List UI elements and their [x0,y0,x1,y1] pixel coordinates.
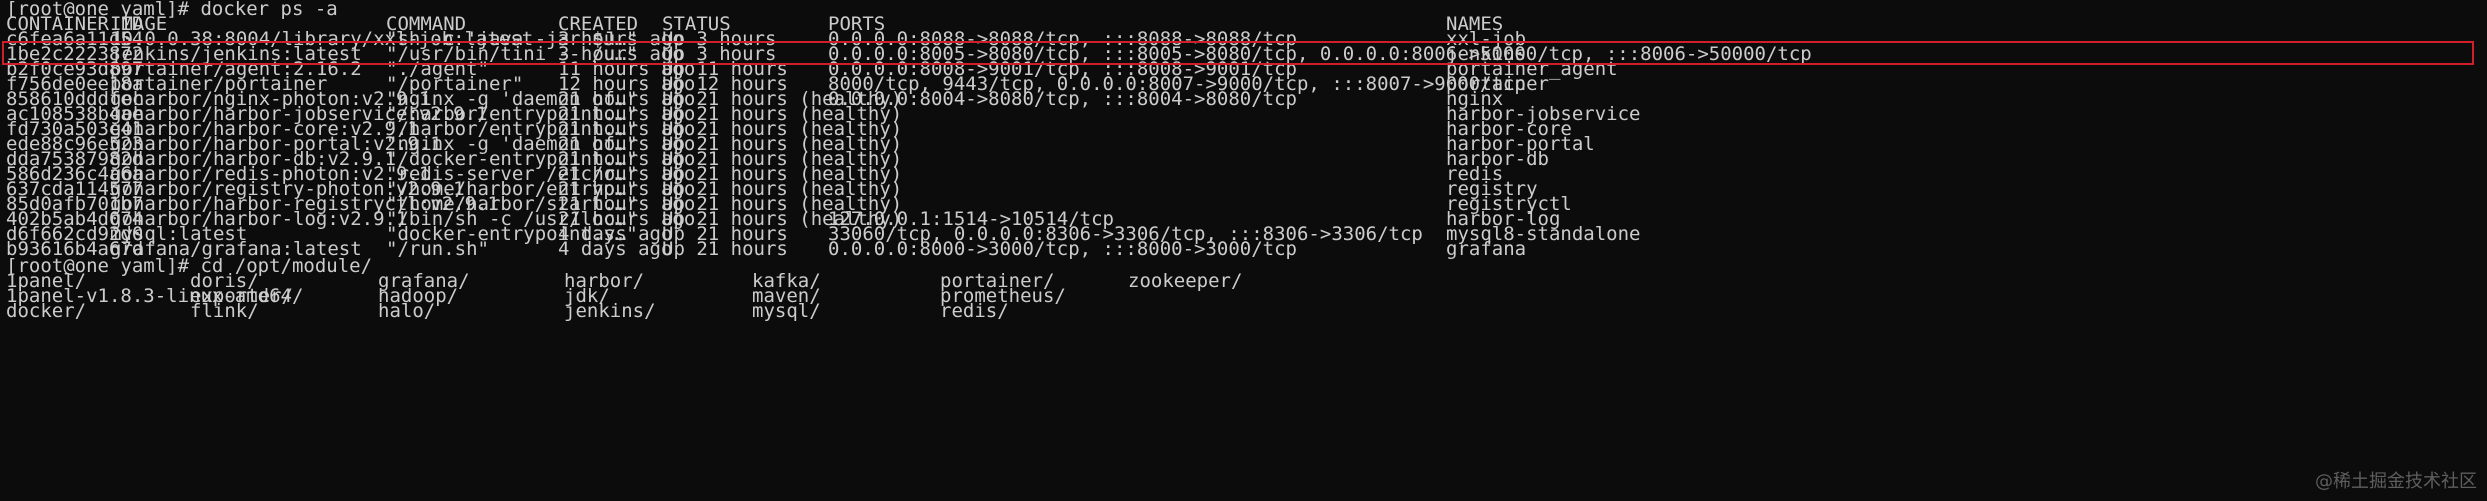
directory-entry: redis/ [940,300,1009,322]
directory-entry: flink/ [190,300,259,322]
watermark: @稀土掘金技术社区 [2315,471,2477,492]
cell-command: "/run.sh" [386,238,489,260]
directory-entry: halo/ [378,300,436,322]
cell-name: grafana [1446,238,1527,260]
directory-row: docker/flink/halo/jenkins/mysql/redis/ [6,299,2476,323]
highlight-box-xxl-job [2,41,2474,65]
cell-created: 4 days ago [558,238,673,260]
directory-entry: jenkins/ [564,300,656,322]
cell-ports: 0.0.0.0:8000->3000/tcp, :::8000->3000/tc… [828,238,1297,260]
directory-entry: mysql/ [752,300,821,322]
cell-status: Up 21 hours [662,238,788,260]
terminal-window[interactable]: [root@one yaml]# docker ps -a CONTAINER … [0,0,2487,501]
directory-entry: docker/ [6,300,87,322]
table-row: b93616b4a67d grafana/grafana:latest "/run.… [6,237,2476,261]
